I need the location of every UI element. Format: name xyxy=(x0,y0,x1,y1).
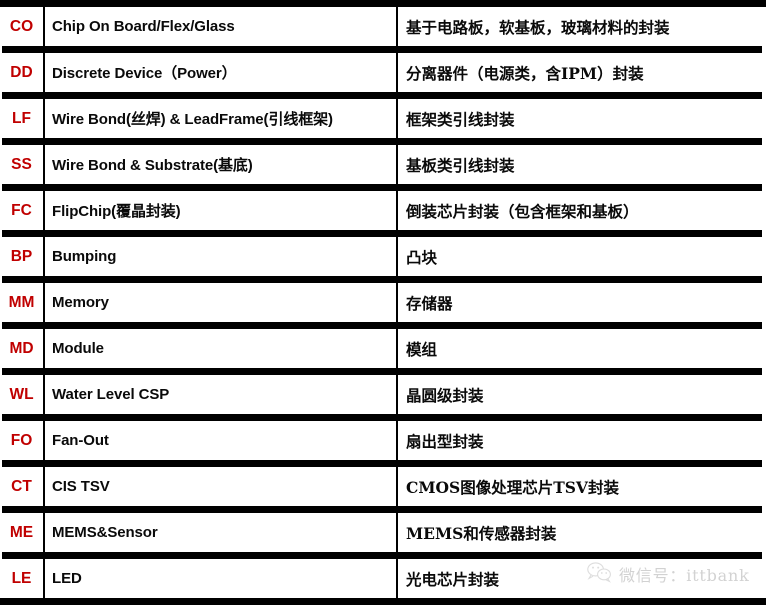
row-chinese-description: 凸块 xyxy=(406,247,438,267)
table-row: WL Water Level CSP 晶圆级封装 xyxy=(0,375,766,414)
row-english-name: Wire Bond(丝焊) & LeadFrame(引线框架) xyxy=(52,111,333,128)
row-code: BP xyxy=(10,247,33,265)
table-row: MD Module 模组 xyxy=(0,329,766,368)
table-row: SS Wire Bond & Substrate(基底) 基板类引线封装 xyxy=(0,145,766,184)
row-code: ME xyxy=(9,523,34,541)
row-code: FC xyxy=(11,201,32,219)
row-english-name: Water Level CSP xyxy=(52,386,170,403)
row-english-name: Bumping xyxy=(52,248,117,265)
row-code: FO xyxy=(10,431,33,449)
table-row: ME MEMS&Sensor MEMS和传感器封装 xyxy=(0,513,766,552)
table-row: CT CIS TSV CMOS图像处理芯片TSV封装 xyxy=(0,467,766,506)
row-code: MM xyxy=(8,293,35,311)
row-chinese-description: 光电芯片封装 xyxy=(406,569,500,589)
row-chinese-description: 分离器件（电源类，含IPM）封装 xyxy=(406,63,644,83)
table-row: FC FlipChip(覆晶封装) 倒装芯片封装（包含框架和基板） xyxy=(0,191,766,230)
table-row: CO Chip On Board/Flex/Glass 基于电路板，软基板，玻璃材料… xyxy=(0,7,766,46)
row-english-name: Wire Bond & Substrate(基底) xyxy=(52,157,253,174)
table-row: FO Fan-Out 扇出型封装 xyxy=(0,421,766,460)
table-row: DD Discrete Device（Power） 分离器件（电源类，含IPM）封装 xyxy=(0,53,766,92)
row-separator xyxy=(2,552,762,559)
row-english-name: FlipChip(覆晶封装) xyxy=(52,203,181,220)
row-separator xyxy=(2,368,762,375)
row-english-name: LED xyxy=(52,570,82,587)
row-separator xyxy=(2,414,762,421)
row-separator xyxy=(2,230,762,237)
row-chinese-description: 模组 xyxy=(406,339,438,359)
row-english-name: CIS TSV xyxy=(52,478,110,495)
row-chinese-description: 基于电路板，软基板，玻璃材料的封装 xyxy=(406,17,670,37)
row-separator xyxy=(2,138,762,145)
row-code: CT xyxy=(11,477,32,495)
table-row: LF Wire Bond(丝焊) & LeadFrame(引线框架) 框架类引线封装 xyxy=(0,99,766,138)
abbreviation-table: CO Chip On Board/Flex/Glass 基于电路板，软基板，玻璃材料… xyxy=(0,0,766,605)
row-separator xyxy=(2,460,762,467)
row-separator xyxy=(2,184,762,191)
row-code: SS xyxy=(11,155,32,173)
row-chinese-description: 扇出型封装 xyxy=(406,431,484,451)
row-separator xyxy=(0,0,766,7)
row-separator xyxy=(2,46,762,53)
row-separator xyxy=(2,92,762,99)
row-english-name: Memory xyxy=(52,294,109,311)
row-separator xyxy=(2,322,762,329)
row-chinese-description: 基板类引线封装 xyxy=(406,155,515,175)
table-row: MM Memory 存储器 xyxy=(0,283,766,322)
row-chinese-description: CMOS图像处理芯片TSV封装 xyxy=(406,477,619,497)
row-chinese-description: 存储器 xyxy=(406,293,453,313)
row-separator xyxy=(2,276,762,283)
row-english-name: Fan-Out xyxy=(52,432,109,449)
row-english-name: Chip On Board/Flex/Glass xyxy=(52,18,235,35)
row-code: MD xyxy=(9,339,34,357)
table-row: LE LED 光电芯片封装 xyxy=(0,559,766,598)
table-row: BP Bumping 凸块 xyxy=(0,237,766,276)
row-chinese-description: 倒装芯片封装（包含框架和基板） xyxy=(406,201,639,221)
row-code: DD xyxy=(10,63,33,81)
row-code: LE xyxy=(11,569,32,587)
row-code: CO xyxy=(9,17,34,35)
row-separator xyxy=(0,598,766,605)
row-separator xyxy=(2,506,762,513)
row-english-name: Module xyxy=(52,340,104,357)
row-code: LF xyxy=(12,109,31,127)
row-chinese-description: 晶圆级封装 xyxy=(406,385,484,405)
row-english-name: MEMS&Sensor xyxy=(52,524,158,541)
row-chinese-description: MEMS和传感器封装 xyxy=(406,523,557,543)
row-code: WL xyxy=(9,385,34,403)
row-chinese-description: 框架类引线封装 xyxy=(406,109,515,129)
row-english-name: Discrete Device（Power） xyxy=(52,65,237,82)
